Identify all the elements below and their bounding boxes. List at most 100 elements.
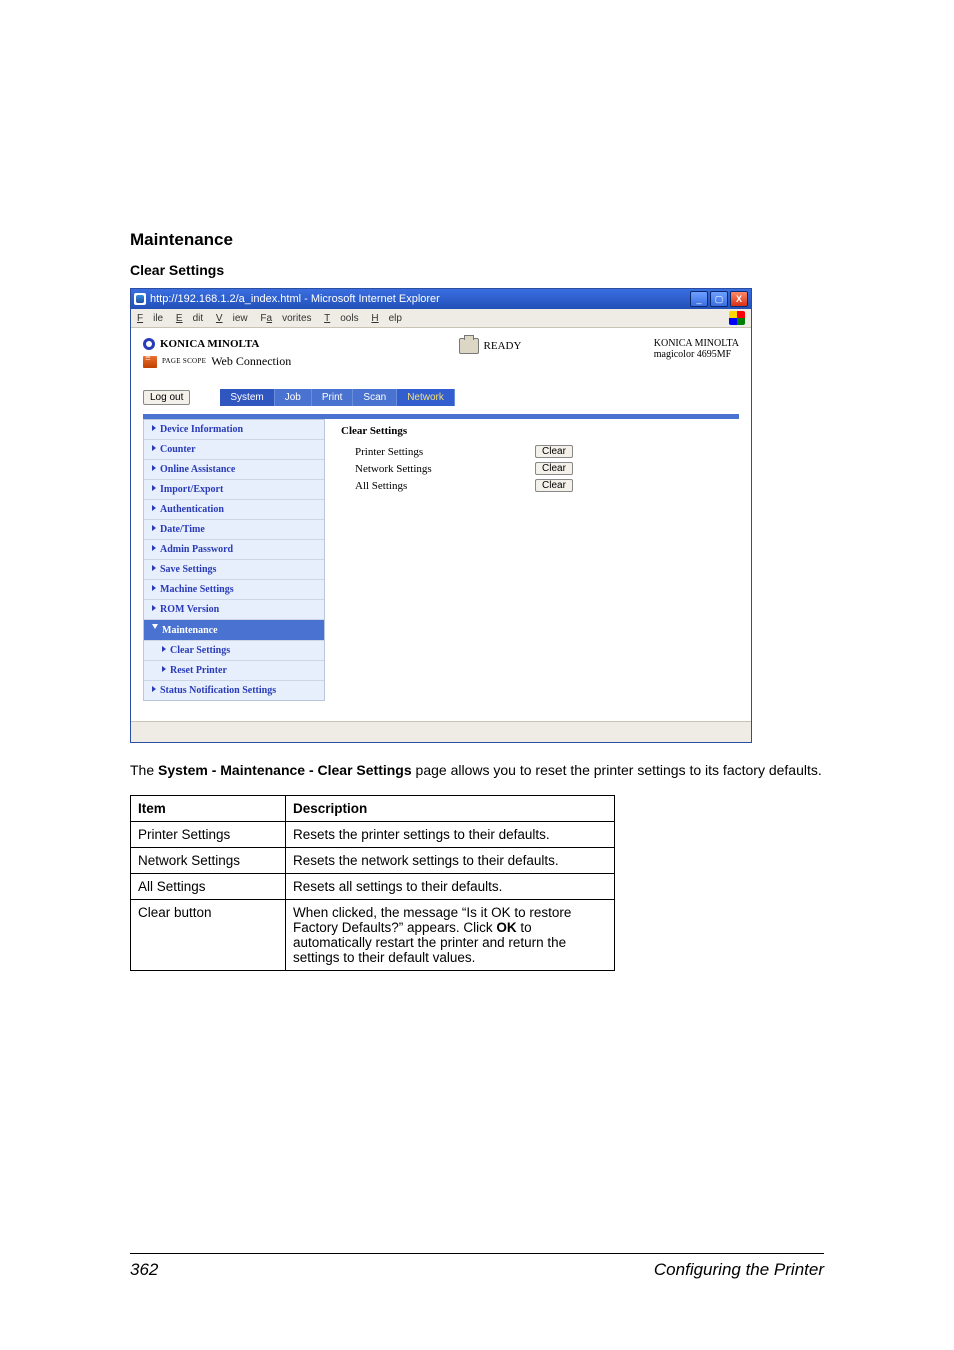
sidebar-item-status-notification-settings[interactable]: Status Notification Settings [144,680,324,700]
table-cell-item: All Settings [131,873,286,899]
sidebar-item-label: Save Settings [160,564,216,575]
content-row-label: Network Settings [355,463,535,475]
desc-post: page allows you to reset the printer set… [412,762,822,778]
window-minimize-button[interactable]: _ [690,291,708,307]
windows-flag-icon [729,311,745,325]
sidebar-item-save-settings[interactable]: Save Settings [144,559,324,579]
chevron-right-icon [152,425,156,431]
sidebar-item-label: Clear Settings [170,645,230,656]
table-header-row: Item Description [131,795,615,821]
sidebar-item-label: Reset Printer [170,665,227,676]
sidebar-item-authentication[interactable]: Authentication [144,499,324,519]
desc-bold: OK [496,920,516,935]
sidebar-item-rom-version[interactable]: ROM Version [144,599,324,619]
nav-tabs: System Job Print Scan Network [220,389,455,406]
sidebar-item-date-time[interactable]: Date/Time [144,519,324,539]
sidebar-item-clear-settings[interactable]: Clear Settings [144,640,324,660]
content-title: Clear Settings [341,425,729,437]
sidebar-item-online-assistance[interactable]: Online Assistance [144,459,324,479]
sidebar-item-label: Maintenance [162,625,218,636]
chevron-right-icon [152,605,156,611]
sidebar-item-label: Counter [160,444,196,455]
settings-description-table: Item Description Printer Settings Resets… [130,795,615,971]
content-row-printer: Printer Settings Clear [355,445,729,458]
table-header-description: Description [286,795,615,821]
menu-favorites[interactable]: Favorites [260,313,311,324]
table-cell-item: Printer Settings [131,821,286,847]
sidebar-item-import-export[interactable]: Import/Export [144,479,324,499]
menu-edit[interactable]: Edit [176,313,203,324]
ie-statusbar [131,721,751,742]
printer-status: READY [459,338,522,354]
table-row: Network Settings Resets the network sett… [131,847,615,873]
sidebar-item-reset-printer[interactable]: Reset Printer [144,660,324,680]
table-cell-desc: Resets the network settings to their def… [286,847,615,873]
sidebar-item-label: Online Assistance [160,464,235,475]
menu-tools[interactable]: Tools [324,313,358,324]
page-footer: 362 Configuring the Printer [130,1253,824,1280]
sidebar-item-label: ROM Version [160,604,219,615]
table-cell-desc: Resets the printer settings to their def… [286,821,615,847]
clear-button-printer[interactable]: Clear [535,445,573,458]
ie-menubar: File Edit View Favorites Tools Help [131,309,751,328]
sidebar-item-maintenance[interactable]: Maintenance [144,619,324,640]
window-titlebar: http://192.168.1.2/a_index.html - Micros… [131,289,751,309]
table-row: All Settings Resets all settings to thei… [131,873,615,899]
sidebar-item-label: Status Notification Settings [160,685,276,696]
table-cell-desc: When clicked, the message “Is it OK to r… [286,899,615,970]
device-model: magicolor 4695MF [654,349,739,360]
menu-file[interactable]: File [137,313,163,324]
app-name: Web Connection [211,354,291,369]
ie-icon [134,293,146,305]
window-title: http://192.168.1.2/a_index.html - Micros… [150,293,440,305]
menu-view[interactable]: View [216,313,248,324]
heading-clear-settings: Clear Settings [130,262,824,278]
chevron-right-icon [152,686,156,692]
screenshot-window: http://192.168.1.2/a_index.html - Micros… [130,288,752,743]
sidebar-item-label: Authentication [160,504,224,515]
sidebar-item-label: Admin Password [160,544,233,555]
window-close-button[interactable]: X [730,291,748,307]
chevron-right-icon [152,505,156,511]
device-brand: KONICA MINOLTA [654,338,739,349]
desc-bold-path: System - Maintenance - Clear Settings [158,762,412,778]
printer-icon [459,338,479,354]
tab-job[interactable]: Job [275,389,312,406]
content-row-label: All Settings [355,480,535,492]
table-cell-item: Network Settings [131,847,286,873]
sidebar-item-device-information[interactable]: Device Information [144,420,324,439]
description-paragraph: The System - Maintenance - Clear Setting… [130,761,824,781]
logout-button[interactable]: Log out [143,390,190,405]
chevron-right-icon [162,646,166,652]
sidebar: Device Information Counter Online Assist… [143,419,325,701]
page-number: 362 [130,1260,158,1280]
chevron-right-icon [152,445,156,451]
sidebar-item-label: Date/Time [160,524,205,535]
tab-network[interactable]: Network [397,389,455,406]
content-panel: Clear Settings Printer Settings Clear Ne… [331,419,739,642]
menu-help[interactable]: Help [371,313,402,324]
content-row-label: Printer Settings [355,446,535,458]
content-row-all: All Settings Clear [355,479,729,492]
table-row: Printer Settings Resets the printer sett… [131,821,615,847]
clear-button-network[interactable]: Clear [535,462,573,475]
chevron-right-icon [152,585,156,591]
tab-scan[interactable]: Scan [353,389,397,406]
tab-print[interactable]: Print [312,389,354,406]
brand-name: KONICA MINOLTA [160,338,259,350]
clear-button-all[interactable]: Clear [535,479,573,492]
sidebar-item-machine-settings[interactable]: Machine Settings [144,579,324,599]
table-cell-item: Clear button [131,899,286,970]
pagescope-icon [143,356,157,368]
chevron-right-icon [162,666,166,672]
sidebar-item-admin-password[interactable]: Admin Password [144,539,324,559]
device-info: KONICA MINOLTA magicolor 4695MF [654,338,739,360]
window-maximize-button[interactable]: ▢ [710,291,728,307]
chevron-right-icon [152,545,156,551]
table-row: Clear button When clicked, the message “… [131,899,615,970]
sidebar-item-counter[interactable]: Counter [144,439,324,459]
tab-system[interactable]: System [220,389,274,406]
sidebar-item-label: Device Information [160,424,243,435]
chevron-right-icon [152,525,156,531]
status-text: READY [484,340,522,352]
